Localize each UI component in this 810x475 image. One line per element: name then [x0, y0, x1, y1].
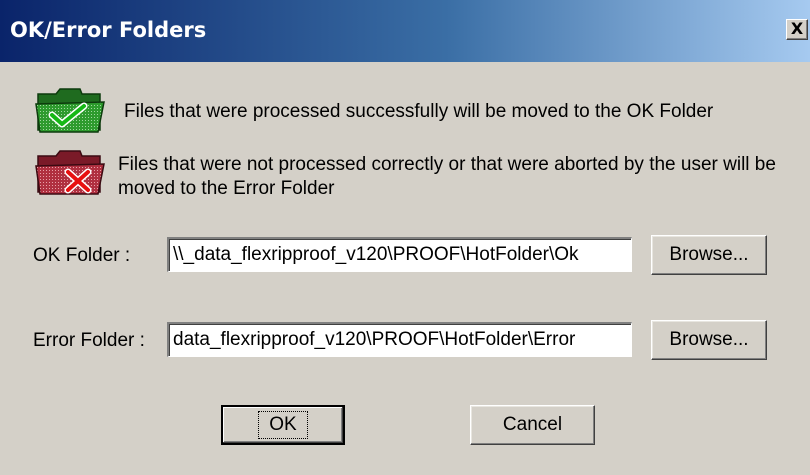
folder-error-icon — [35, 150, 105, 195]
ok-button-label: OK — [258, 411, 308, 439]
window-title: OK/Error Folders — [10, 18, 207, 42]
ok-folder-description: Files that were processed successfully w… — [124, 101, 714, 122]
error-folder-label: Error Folder : — [33, 330, 145, 351]
error-folder-input[interactable] — [167, 322, 632, 357]
cancel-button[interactable]: Cancel — [470, 405, 595, 445]
ok-folder-label: OK Folder : — [33, 245, 131, 266]
ok-folder-browse-button[interactable]: Browse... — [651, 235, 767, 275]
ok-folder-input[interactable] — [167, 237, 632, 272]
close-icon: X — [790, 19, 804, 38]
dialog-window: OK/Error Folders X Files that were proce… — [0, 0, 810, 475]
error-folder-description: Files that were not processed correctly … — [118, 154, 776, 199]
title-bar[interactable]: OK/Error Folders X — [0, 0, 810, 62]
close-button[interactable]: X — [786, 19, 808, 40]
error-folder-browse-button[interactable]: Browse... — [651, 320, 767, 360]
ok-button[interactable]: OK — [221, 405, 345, 445]
folder-checkmark-icon — [35, 88, 105, 133]
